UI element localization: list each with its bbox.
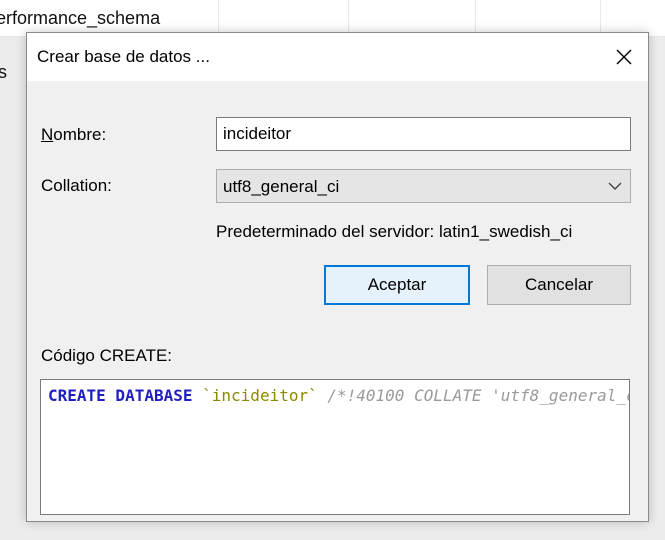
create-database-dialog: Crear base de datos ... Nombre: Collatio… (26, 32, 649, 522)
name-label-text: ombre: (53, 125, 107, 144)
name-label-mnemonic: N (41, 125, 54, 144)
close-icon (616, 49, 632, 65)
database-name-input[interactable] (216, 117, 631, 151)
code-comment: /*!40100 COLLATE 'utf8_general_ci' */ (327, 386, 629, 405)
dialog-title: Crear base de datos ... (37, 47, 210, 66)
cancel-button[interactable]: Cancelar (487, 265, 631, 305)
collation-select[interactable]: utf8_general_ci (216, 169, 631, 203)
grid-divider (600, 0, 601, 36)
chevron-down-icon (608, 182, 622, 190)
background-tree-item[interactable]: s (0, 62, 7, 83)
dialog-titlebar: Crear base de datos ... (27, 33, 648, 81)
collation-selected-value: utf8_general_ci (223, 177, 340, 196)
accept-button[interactable]: Aceptar (324, 265, 470, 305)
grid-divider (348, 0, 349, 36)
grid-divider (218, 0, 219, 36)
server-default-collation: Predeterminado del servidor: latin1_swed… (216, 222, 573, 241)
name-label: Nombre: (41, 125, 106, 145)
collation-label: Collation: (41, 176, 112, 195)
grid-divider (475, 0, 476, 36)
code-keyword: CREATE DATABASE (48, 386, 193, 405)
close-button[interactable] (600, 33, 648, 81)
create-code-line: CREATE DATABASE `incideitor` /*!40100 CO… (48, 386, 629, 405)
create-code-label: Código CREATE: (41, 346, 173, 365)
screen: erformance_schema s Crear base de datos … (0, 0, 665, 540)
code-identifier: `incideitor` (202, 386, 318, 405)
background-tree-item[interactable]: erformance_schema (0, 8, 160, 29)
create-code-editor[interactable]: CREATE DATABASE `incideitor` /*!40100 CO… (40, 379, 630, 515)
